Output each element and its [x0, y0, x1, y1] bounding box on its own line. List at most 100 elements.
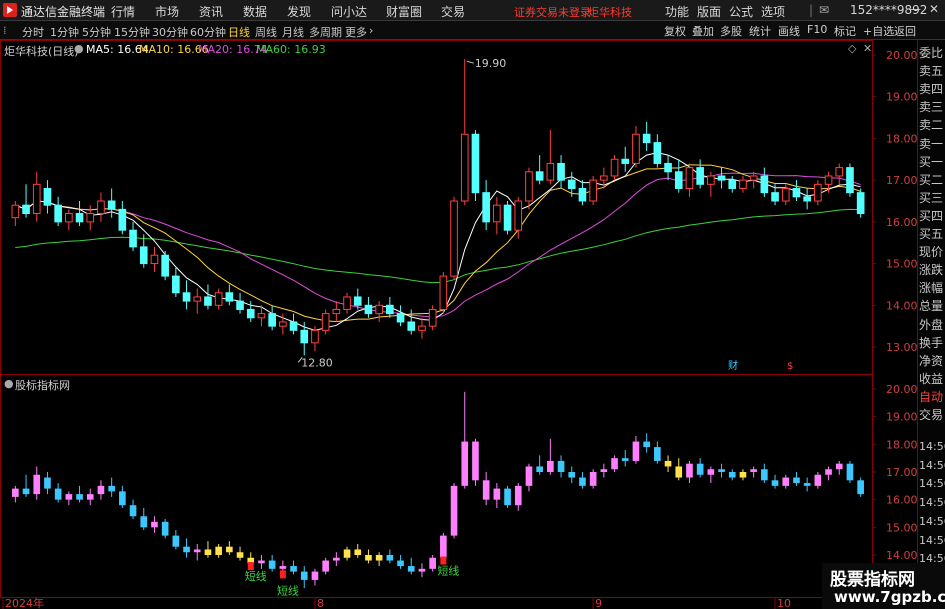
- price-axis-label: 16.00: [886, 216, 917, 229]
- candle-up: [86, 213, 95, 223]
- sub-candle-body: [268, 560, 276, 569]
- candle-down: [717, 175, 726, 181]
- price-axis-label: 13.00: [886, 341, 917, 354]
- finance-marker: 财: [728, 359, 738, 372]
- quote-panel-label: 14:56: [919, 514, 945, 528]
- menu-options[interactable]: 选项: [761, 3, 785, 20]
- sub-candle-body: [589, 472, 597, 486]
- btn-overlay[interactable]: 叠加: [692, 23, 714, 39]
- current-stock-name: 炬华科技: [588, 6, 632, 19]
- ma5-line: [15, 152, 861, 331]
- quote-panel-label: 14:56: [919, 477, 945, 491]
- date-axis-label: 9: [595, 597, 602, 609]
- close-icon[interactable]: ✕: [929, 2, 939, 16]
- candle-down: [172, 275, 180, 294]
- btn-drawing[interactable]: 画线: [778, 23, 800, 39]
- quote-panel-label[interactable]: 自动: [919, 388, 943, 405]
- sub-price-axis-label: 15.00: [886, 521, 917, 534]
- candle-up: [493, 204, 501, 223]
- candle-down: [268, 313, 276, 327]
- candle-up: [460, 133, 469, 202]
- candle-down: [503, 204, 512, 231]
- btn-mark[interactable]: 标记: [834, 23, 856, 39]
- candle-down: [792, 187, 801, 198]
- period-tab-60min[interactable]: 60分钟: [190, 24, 226, 40]
- sub-candle-body: [750, 469, 757, 472]
- date-axis-label: 8: [317, 597, 324, 609]
- candle-up: [632, 133, 640, 164]
- sub-candle-body: [365, 555, 372, 561]
- candle-up: [610, 158, 619, 177]
- price-axis-label: 17.00: [886, 174, 917, 187]
- chart-area[interactable]: 19.9012.80 财 $ 短线短线短线 20.0019.0018.0017.00…: [0, 40, 917, 609]
- period-tab-weekly[interactable]: 周线: [255, 24, 277, 40]
- sub-candle-body: [140, 516, 148, 528]
- sub-candle-body: [696, 463, 704, 475]
- trade-login-status[interactable]: 证券交易未登录: [514, 4, 591, 20]
- sub-candle-body: [525, 466, 533, 486]
- btn-f10[interactable]: F10: [807, 23, 827, 36]
- menu-news[interactable]: 资讯: [199, 3, 223, 20]
- candle-down: [204, 296, 212, 306]
- quote-panel-label[interactable]: 交易: [919, 406, 943, 423]
- sub-candle-body: [397, 560, 404, 567]
- quote-panel-label: 卖四: [919, 82, 944, 97]
- menu-quotes[interactable]: 行情: [111, 3, 135, 20]
- period-tab-timeshare[interactable]: 分时: [22, 24, 44, 40]
- sub-candle-body: [557, 460, 565, 472]
- sub-candle-body: [771, 480, 779, 486]
- menu-trade[interactable]: 交易: [441, 3, 465, 20]
- candle-up: [749, 175, 758, 181]
- sub-candle-body: [86, 494, 94, 500]
- menu-formula[interactable]: 公式: [729, 3, 753, 20]
- candle-up: [418, 325, 426, 331]
- candle-down: [771, 192, 779, 202]
- watermark-url: www.7gpzb.com: [834, 588, 945, 606]
- btn-add-favorite[interactable]: +自选: [863, 23, 894, 39]
- period-tab-15min[interactable]: 15分钟: [114, 24, 150, 40]
- date-axis-label: 2024年: [5, 596, 44, 609]
- menu-ask[interactable]: 问小达: [331, 3, 367, 20]
- candle-up: [439, 275, 448, 310]
- period-tab-30min[interactable]: 30分钟: [152, 24, 188, 40]
- minimize-icon[interactable]: —: [909, 2, 921, 16]
- menu-market[interactable]: 市场: [155, 3, 179, 20]
- period-toolbar: ⁞ 分时 1分钟 5分钟 15分钟 30分钟 60分钟 日线 周线 月线 多周期…: [0, 21, 945, 40]
- period-tab-1min[interactable]: 1分钟: [50, 24, 79, 40]
- sub-candle-body: [686, 463, 693, 478]
- menu-layout[interactable]: 版面: [697, 3, 721, 20]
- candle-down: [386, 304, 394, 315]
- ma20-line: [15, 172, 861, 318]
- period-tab-monthly[interactable]: 月线: [282, 24, 304, 40]
- candle-up: [193, 296, 202, 302]
- period-tab-5min[interactable]: 5分钟: [82, 24, 111, 40]
- menu-wealth-circle[interactable]: 财富圈: [386, 3, 422, 20]
- sub-candle-body: [654, 447, 661, 461]
- candle-up: [450, 200, 458, 277]
- quote-panel-label: 卖一: [919, 136, 944, 151]
- sub-candle-body: [429, 557, 436, 569]
- btn-multi-stock[interactable]: 多股: [720, 23, 742, 39]
- menu-functions[interactable]: 功能: [665, 3, 689, 20]
- btn-back[interactable]: 返回: [894, 23, 916, 39]
- btn-statistics[interactable]: 统计: [749, 23, 771, 39]
- signal-mark: [247, 562, 254, 571]
- quote-panel-label: 换手: [919, 335, 944, 350]
- period-tab-multi[interactable]: 多周期: [309, 24, 342, 40]
- chevron-right-icon[interactable]: ›: [369, 24, 373, 37]
- btn-adjust[interactable]: 复权: [664, 23, 686, 39]
- period-tab-daily[interactable]: 日线: [228, 24, 250, 40]
- menu-discover[interactable]: 发现: [287, 3, 311, 20]
- candle-up: [332, 308, 341, 315]
- period-tab-more[interactable]: 更多: [345, 24, 367, 40]
- sub-candle-body: [482, 480, 490, 500]
- candle-down: [578, 187, 587, 202]
- mail-icon[interactable]: ✉: [819, 3, 829, 17]
- sub-candle-body: [814, 474, 822, 486]
- sub-candle-body: [119, 491, 126, 506]
- menu-data[interactable]: 数据: [243, 3, 267, 20]
- quote-panel-label: 14:56: [919, 496, 945, 510]
- sub-candle-body: [65, 494, 73, 500]
- candle-down: [107, 200, 116, 210]
- low-price-label: 12.80: [301, 356, 333, 369]
